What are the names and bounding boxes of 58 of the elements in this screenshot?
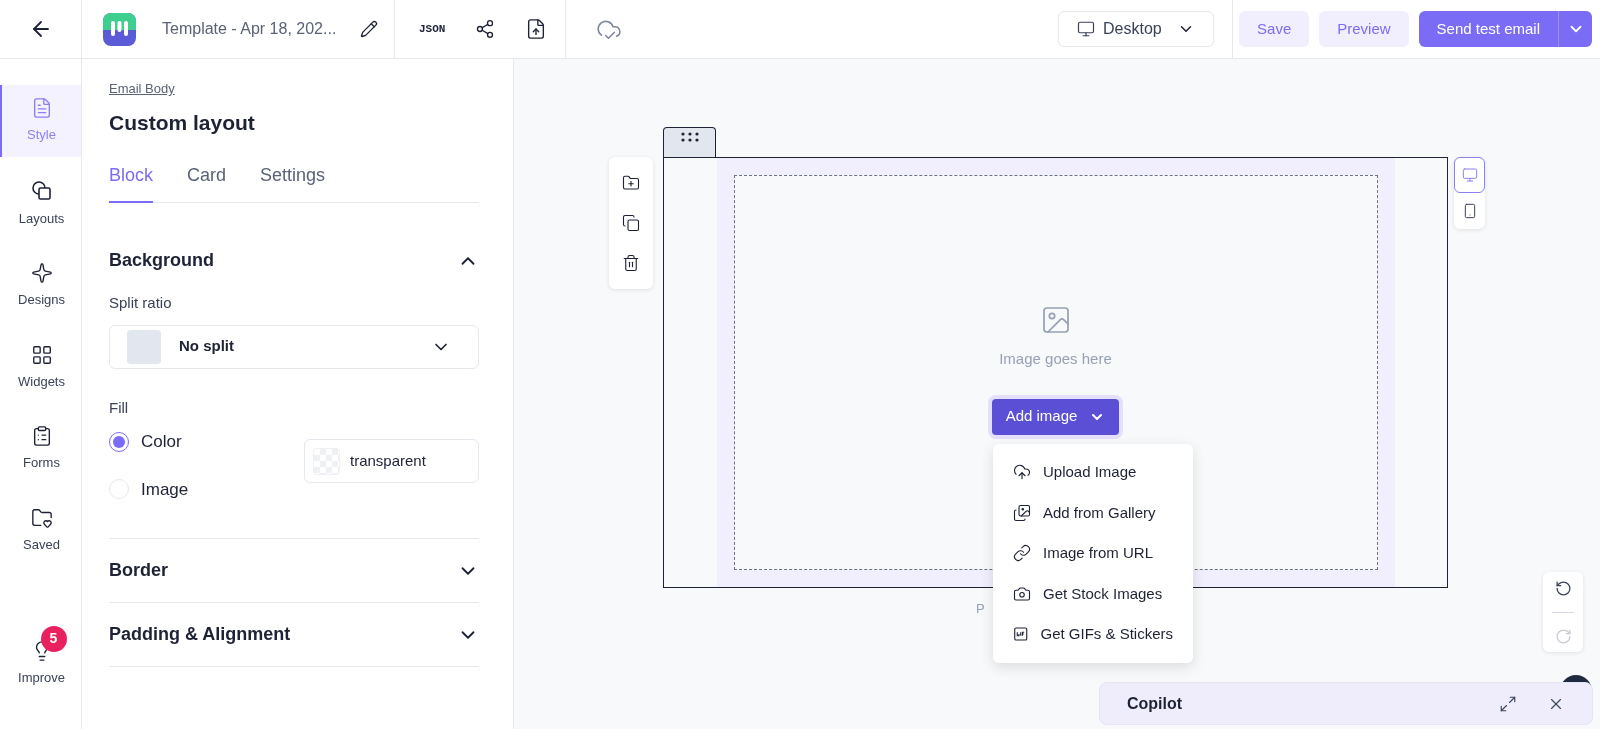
delete-icon[interactable] xyxy=(622,254,640,272)
gallery-icon xyxy=(1013,503,1031,522)
app-logo xyxy=(103,12,136,46)
sidebar-item[interactable]: Forms xyxy=(0,413,81,485)
tab[interactable]: Card xyxy=(187,162,227,203)
sparkle-icon xyxy=(30,262,53,284)
undo-button[interactable] xyxy=(1554,579,1572,597)
monitor-icon xyxy=(1461,167,1478,183)
edit-icon[interactable] xyxy=(360,20,378,38)
image-placeholder-text: Image goes here xyxy=(999,349,1112,369)
device-select[interactable]: Desktop xyxy=(1058,11,1215,47)
menu-item[interactable]: Get Stock Images xyxy=(993,573,1193,614)
device-toggle[interactable] xyxy=(1454,157,1485,193)
save-button[interactable]: Save xyxy=(1239,11,1310,47)
radio-label: Image xyxy=(141,478,189,501)
layouts-icon xyxy=(29,178,54,203)
notification-badge: 5 xyxy=(40,625,67,652)
menu-item[interactable]: Upload Image xyxy=(993,452,1193,493)
section-header[interactable]: Background xyxy=(109,229,479,292)
expand-icon[interactable] xyxy=(1499,694,1517,713)
monitor-icon xyxy=(1077,20,1096,38)
section-header[interactable]: Border xyxy=(109,539,479,602)
section-header[interactable]: Padding & Alignment xyxy=(109,603,479,666)
add-folder-icon[interactable] xyxy=(622,174,640,192)
sidebar-item[interactable]: 5 Improve xyxy=(0,627,81,699)
share-icon[interactable] xyxy=(475,19,496,39)
menu-item[interactable]: Add from Gallery xyxy=(993,492,1193,533)
copilot-title: Copilot xyxy=(1127,693,1183,714)
field-label: Fill xyxy=(109,397,130,418)
breadcrumb-link[interactable]: Email Body xyxy=(109,79,479,99)
menu-item[interactable]: Image from URL xyxy=(993,533,1193,574)
preview-button[interactable]: Preview xyxy=(1319,11,1409,47)
sidebar-item[interactable]: Saved xyxy=(0,494,81,566)
split-ratio-select[interactable]: No split xyxy=(109,324,479,369)
send-test-email-button[interactable]: Send test email xyxy=(1418,11,1558,47)
sidebar-item[interactable]: Widgets xyxy=(0,331,81,403)
menu-item[interactable]: Get GIFs & Stickers xyxy=(993,614,1193,655)
sidebar-item[interactable]: Designs xyxy=(0,250,81,322)
field-label: Split ratio xyxy=(109,293,173,313)
link-icon xyxy=(1013,544,1031,563)
folder-heart-icon xyxy=(30,506,53,529)
template-title: Template - Apr 18, 202... xyxy=(162,19,337,39)
tab[interactable]: Settings xyxy=(260,162,326,203)
panel-title: Custom layout xyxy=(109,109,256,136)
sidebar-item[interactable]: Layouts xyxy=(0,166,81,240)
duplicate-icon[interactable] xyxy=(622,214,640,232)
cloud-upload-icon xyxy=(1013,463,1031,482)
send-options-button[interactable] xyxy=(1558,11,1592,47)
split-preview-swatch xyxy=(127,329,161,364)
radio-label: Color xyxy=(141,431,182,453)
color-input-field[interactable]: transparent xyxy=(304,439,479,483)
gif-icon xyxy=(1013,625,1029,644)
drag-handle[interactable] xyxy=(663,127,716,158)
json-button[interactable]: JSON xyxy=(419,20,446,38)
widgets-icon xyxy=(30,343,53,366)
camera-icon xyxy=(1013,584,1031,603)
canvas-footer-text: P xyxy=(976,600,985,618)
tab[interactable]: Block xyxy=(109,162,153,203)
